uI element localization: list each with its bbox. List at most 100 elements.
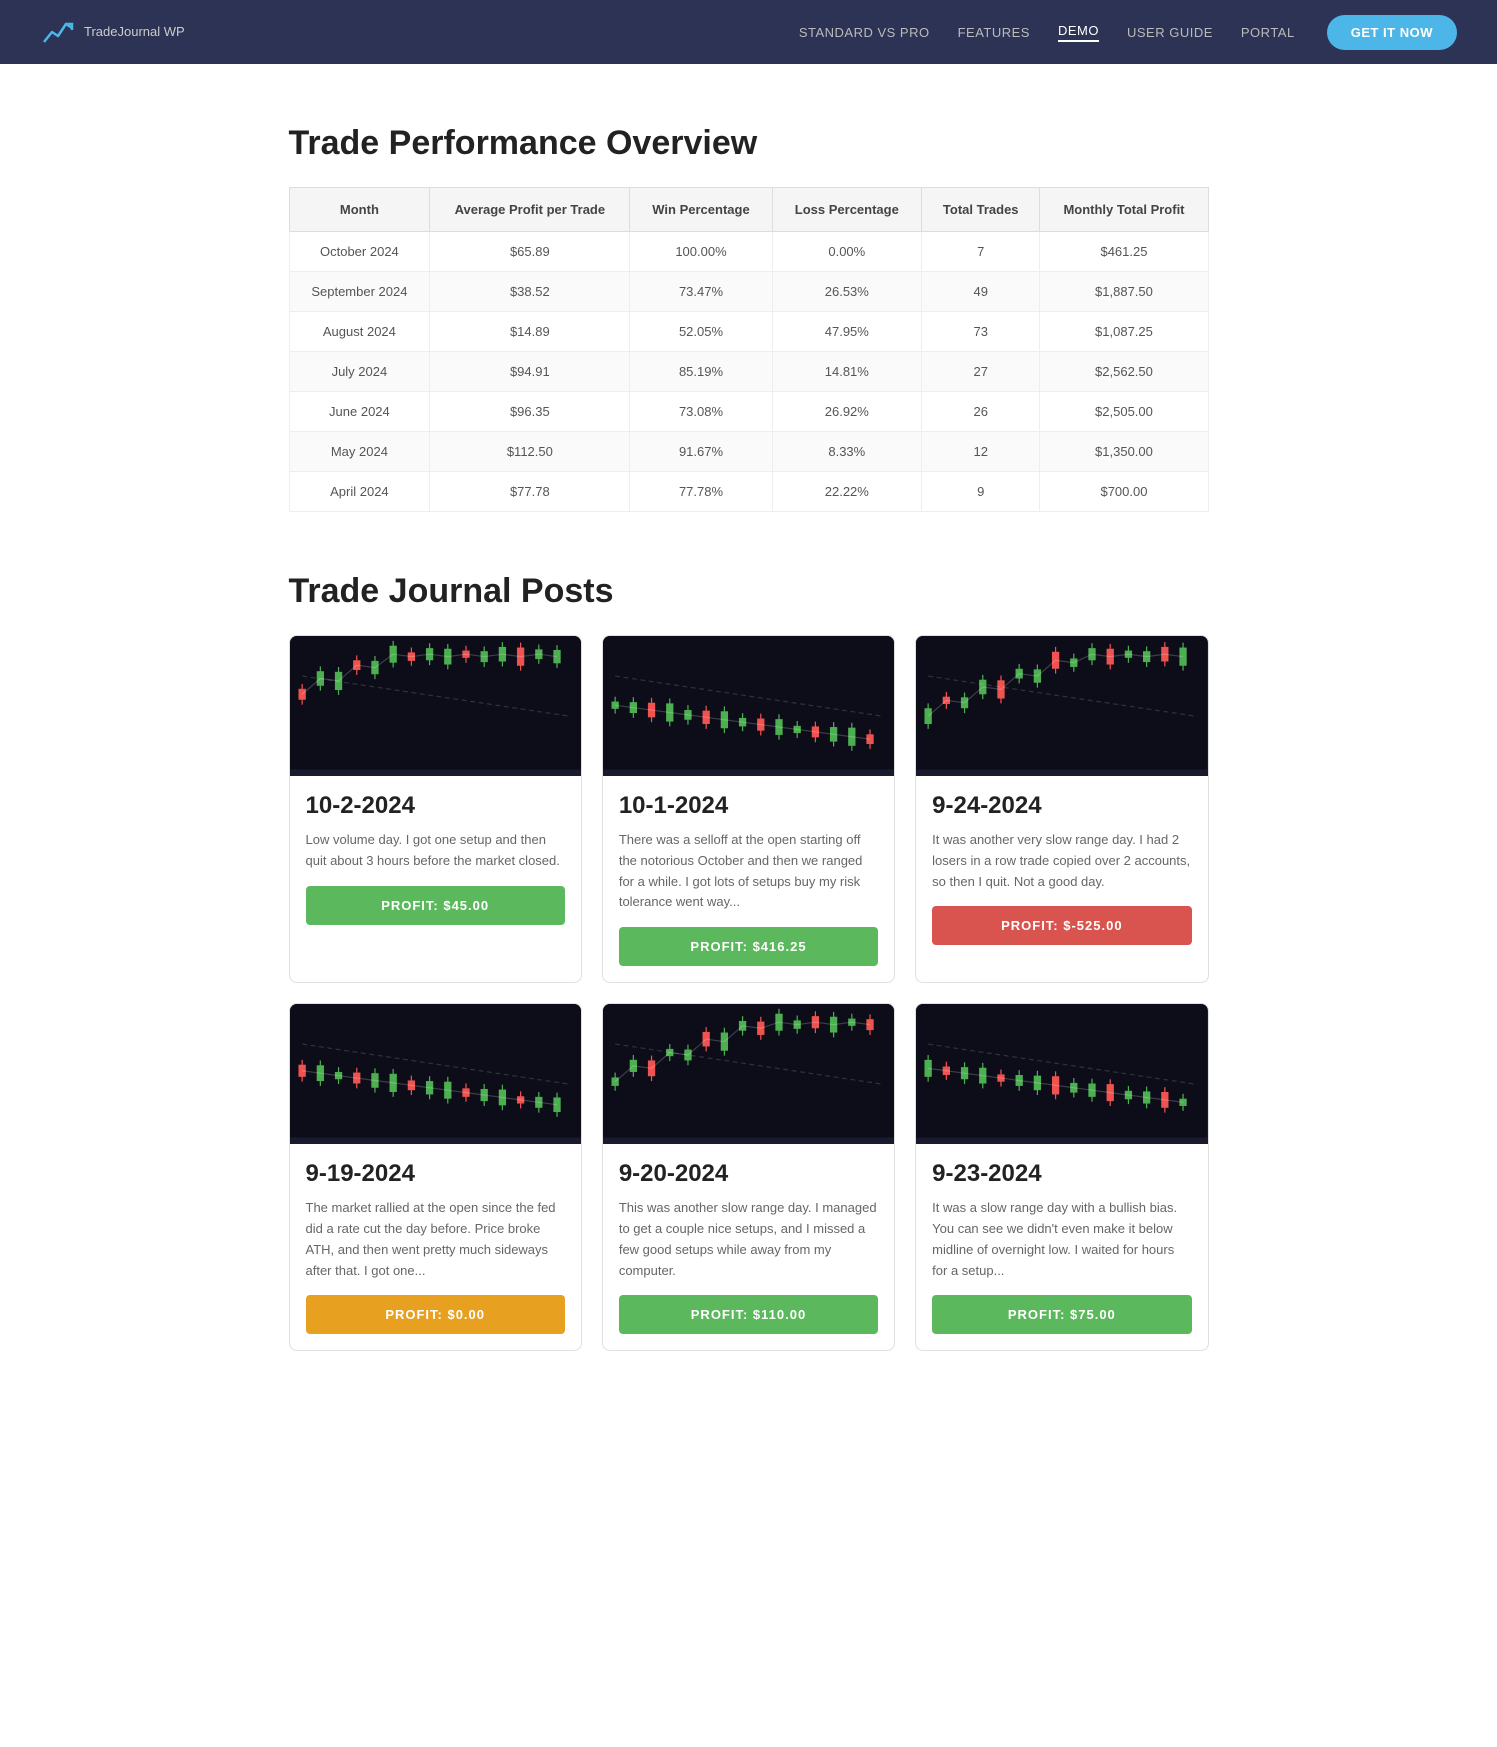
table-cell-loss_pct: 47.95% xyxy=(772,312,921,352)
table-cell-total_trades: 26 xyxy=(922,392,1040,432)
post-card: 10-2-2024 Low volume day. I got one setup… xyxy=(289,635,582,983)
profit-button[interactable]: PROFIT: $0.00 xyxy=(306,1295,565,1334)
col-win-pct: Win Percentage xyxy=(630,188,772,232)
post-excerpt: The market rallied at the open since the… xyxy=(306,1198,565,1281)
nav-demo[interactable]: DEMO xyxy=(1058,23,1099,42)
col-monthly-profit: Monthly Total Profit xyxy=(1040,188,1208,232)
post-excerpt: This was another slow range day. I manag… xyxy=(619,1198,878,1281)
performance-title: Trade Performance Overview xyxy=(289,124,1209,163)
post-card: 9-24-2024It was another very slow range … xyxy=(915,635,1208,983)
posts-grid: 10-2-2024 Low volume day. I got one setup… xyxy=(289,635,1209,1351)
col-total-trades: Total Trades xyxy=(922,188,1040,232)
post-chart-image xyxy=(916,636,1207,776)
logo[interactable]: TradeJournal WP xyxy=(40,14,185,50)
col-avg-profit: Average Profit per Trade xyxy=(430,188,630,232)
table-cell-win_pct: 100.00% xyxy=(630,232,772,272)
table-cell-avg_profit: $112.50 xyxy=(430,432,630,472)
post-date: 10-2-2024 xyxy=(306,792,565,820)
table-cell-avg_profit: $38.52 xyxy=(430,272,630,312)
nav-standard-vs-pro[interactable]: STANDARD VS PRO xyxy=(799,25,930,40)
post-chart-image xyxy=(603,1004,894,1144)
post-date: 9-23-2024 xyxy=(932,1160,1191,1188)
post-chart-image xyxy=(603,636,894,776)
table-cell-total_trades: 27 xyxy=(922,352,1040,392)
table-cell-avg_profit: $77.78 xyxy=(430,472,630,512)
post-card-body: 9-23-2024 It was a slow range day with a … xyxy=(916,1144,1207,1350)
post-chart-image xyxy=(290,636,581,776)
profit-button[interactable]: PROFIT: $75.00 xyxy=(932,1295,1191,1334)
logo-icon xyxy=(40,14,76,50)
post-date: 9-19-2024 xyxy=(306,1160,565,1188)
table-cell-avg_profit: $14.89 xyxy=(430,312,630,352)
table-row: September 2024$38.5273.47%26.53%49$1,887… xyxy=(289,272,1208,312)
post-card-body: 10-1-2024 There was a selloff at the open… xyxy=(603,776,894,982)
table-cell-win_pct: 52.05% xyxy=(630,312,772,352)
table-cell-total_trades: 7 xyxy=(922,232,1040,272)
table-cell-month: June 2024 xyxy=(289,392,430,432)
nav-features[interactable]: FEATURES xyxy=(958,25,1030,40)
table-cell-month: October 2024 xyxy=(289,232,430,272)
nav-portal[interactable]: PORTAL xyxy=(1241,25,1295,40)
table-cell-total_trades: 12 xyxy=(922,432,1040,472)
profit-button[interactable]: PROFIT: $45.00 xyxy=(306,886,565,925)
nav-user-guide[interactable]: USER GUIDE xyxy=(1127,25,1213,40)
profit-button[interactable]: PROFIT: $-525.00 xyxy=(932,906,1191,945)
post-date: 9-24-2024 xyxy=(932,792,1191,820)
table-cell-loss_pct: 26.53% xyxy=(772,272,921,312)
table-cell-monthly_profit: $2,562.50 xyxy=(1040,352,1208,392)
table-cell-win_pct: 85.19% xyxy=(630,352,772,392)
table-cell-month: April 2024 xyxy=(289,472,430,512)
post-excerpt: There was a selloff at the open starting… xyxy=(619,830,878,913)
post-chart-image xyxy=(290,1004,581,1144)
table-cell-total_trades: 73 xyxy=(922,312,1040,352)
table-cell-loss_pct: 26.92% xyxy=(772,392,921,432)
journal-title: Trade Journal Posts xyxy=(289,572,1209,611)
get-it-now-button[interactable]: GET IT NOW xyxy=(1327,15,1457,50)
table-cell-month: July 2024 xyxy=(289,352,430,392)
table-cell-monthly_profit: $1,350.00 xyxy=(1040,432,1208,472)
table-cell-win_pct: 77.78% xyxy=(630,472,772,512)
table-cell-monthly_profit: $700.00 xyxy=(1040,472,1208,512)
table-cell-month: May 2024 xyxy=(289,432,430,472)
table-row: April 2024$77.7877.78%22.22%9$700.00 xyxy=(289,472,1208,512)
logo-text: TradeJournal WP xyxy=(84,24,185,40)
table-cell-month: August 2024 xyxy=(289,312,430,352)
main-content: Trade Performance Overview Month Average… xyxy=(269,64,1229,1391)
post-card: 9-20-2024 This was another slow range day… xyxy=(602,1003,895,1351)
table-cell-monthly_profit: $461.25 xyxy=(1040,232,1208,272)
col-loss-pct: Loss Percentage xyxy=(772,188,921,232)
post-card-body: 9-24-2024It was another very slow range … xyxy=(916,776,1207,961)
post-card: 10-1-2024 There was a selloff at the open… xyxy=(602,635,895,983)
post-card-body: 9-19-2024 The market rallied at the open … xyxy=(290,1144,581,1350)
table-cell-avg_profit: $94.91 xyxy=(430,352,630,392)
post-excerpt: Low volume day. I got one setup and then… xyxy=(306,830,565,872)
table-cell-win_pct: 91.67% xyxy=(630,432,772,472)
table-cell-total_trades: 9 xyxy=(922,472,1040,512)
table-cell-loss_pct: 22.22% xyxy=(772,472,921,512)
col-month: Month xyxy=(289,188,430,232)
table-cell-avg_profit: $96.35 xyxy=(430,392,630,432)
table-cell-total_trades: 49 xyxy=(922,272,1040,312)
table-cell-loss_pct: 14.81% xyxy=(772,352,921,392)
post-card: 9-19-2024 The market rallied at the open … xyxy=(289,1003,582,1351)
table-row: October 2024$65.89100.00%0.00%7$461.25 xyxy=(289,232,1208,272)
table-cell-month: September 2024 xyxy=(289,272,430,312)
post-card: 9-23-2024 It was a slow range day with a … xyxy=(915,1003,1208,1351)
table-cell-win_pct: 73.47% xyxy=(630,272,772,312)
table-row: June 2024$96.3573.08%26.92%26$2,505.00 xyxy=(289,392,1208,432)
post-date: 10-1-2024 xyxy=(619,792,878,820)
table-cell-loss_pct: 8.33% xyxy=(772,432,921,472)
post-date: 9-20-2024 xyxy=(619,1160,878,1188)
post-excerpt: It was a slow range day with a bullish b… xyxy=(932,1198,1191,1281)
profit-button[interactable]: PROFIT: $416.25 xyxy=(619,927,878,966)
table-cell-monthly_profit: $1,087.25 xyxy=(1040,312,1208,352)
table-cell-monthly_profit: $1,887.50 xyxy=(1040,272,1208,312)
nav-links: STANDARD VS PRO FEATURES DEMO USER GUIDE… xyxy=(799,23,1295,42)
profit-button[interactable]: PROFIT: $110.00 xyxy=(619,1295,878,1334)
table-cell-win_pct: 73.08% xyxy=(630,392,772,432)
table-header-row: Month Average Profit per Trade Win Perce… xyxy=(289,188,1208,232)
table-cell-loss_pct: 0.00% xyxy=(772,232,921,272)
table-row: July 2024$94.9185.19%14.81%27$2,562.50 xyxy=(289,352,1208,392)
table-row: May 2024$112.5091.67%8.33%12$1,350.00 xyxy=(289,432,1208,472)
post-card-body: 10-2-2024 Low volume day. I got one setup… xyxy=(290,776,581,941)
